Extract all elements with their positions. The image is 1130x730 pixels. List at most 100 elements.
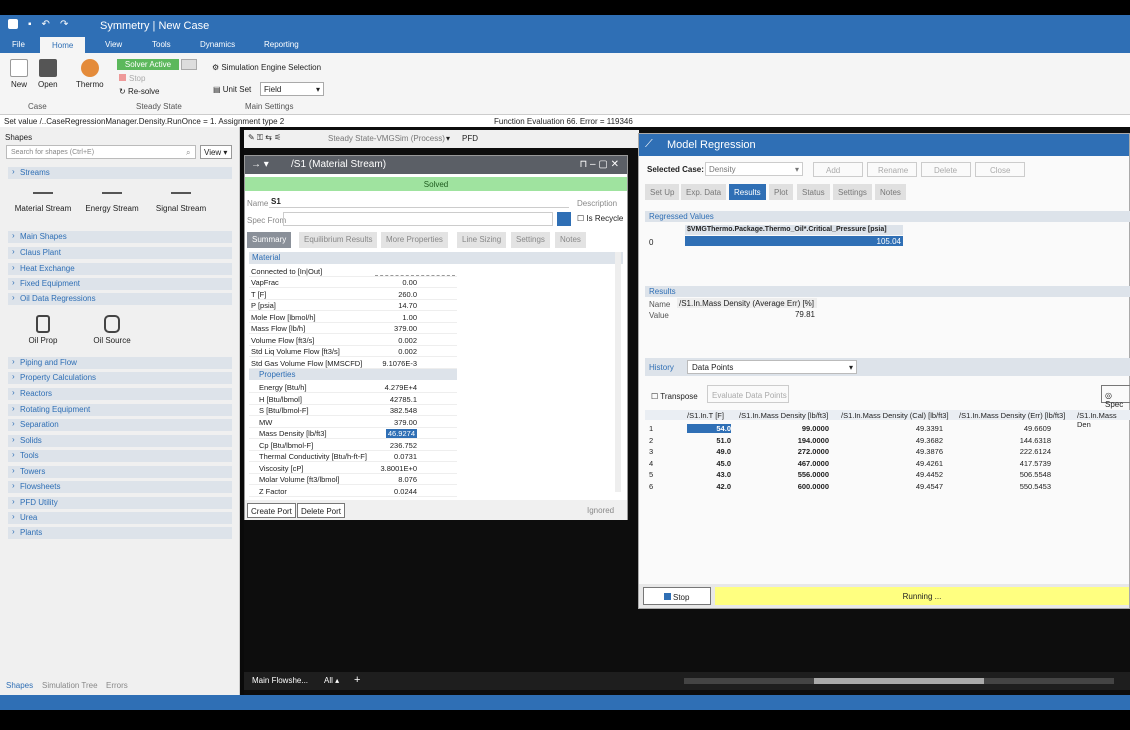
save-icon[interactable]: ▪ [28,19,32,30]
tab-notes[interactable]: Notes [875,184,906,200]
property-row-value[interactable]: 379.00 [394,418,417,427]
view-button[interactable]: View ▾ [200,145,232,159]
scroll-thumb[interactable] [814,678,984,684]
energy-stream-shape[interactable]: Energy Stream [77,192,147,213]
property-row-value[interactable]: 8.076 [398,475,417,484]
section-tools[interactable]: Tools [8,450,232,462]
data-grid-row[interactable]: 6 42.0 600.0000 49.4547 550.5453 [647,481,1130,492]
section-urea[interactable]: Urea [8,512,232,524]
history-dropdown[interactable]: Data Points ▾ [687,360,857,374]
section-property-calculations[interactable]: Property Calculations [8,372,232,384]
delete-port-button[interactable]: Delete Port [297,503,346,518]
unit-set-dropdown[interactable]: Field ▾ [260,82,324,96]
grid-mass-density[interactable]: 99.0000 [737,424,829,433]
grid-temperature[interactable]: 43.0 [687,470,731,479]
tab-shapes[interactable]: Shapes [6,681,33,690]
section-separation[interactable]: Separation [8,419,232,431]
section-streams[interactable]: Streams [8,167,232,179]
property-row-value[interactable]: 0.0244 [394,487,417,496]
tab-settings[interactable]: Settings [833,184,872,200]
open-button[interactable]: Open [38,59,58,89]
add-case-button[interactable]: Add [813,162,863,177]
description-link[interactable]: Description [577,199,617,208]
data-grid-row[interactable]: 1 54.0 99.0000 49.3391 49.6609 [647,423,1130,434]
simulation-mode-select[interactable]: Steady State-VMGSim (Process) [328,134,445,143]
selected-case-dropdown[interactable]: Density ▾ [705,162,803,176]
tab-equilibrium-results[interactable]: Equilibrium Results [299,232,378,248]
section-plants[interactable]: Plants [8,527,232,539]
section-towers[interactable]: Towers [8,466,232,478]
resolve-button[interactable]: ↻ Re-solve [119,87,160,96]
tab-summary[interactable]: Summary [247,232,292,248]
create-port-button[interactable]: Create Port [247,503,296,518]
material-row-value[interactable]: 260.0 [398,290,417,299]
tab-view[interactable]: View [105,40,122,49]
tab-plot[interactable]: Plot [769,184,793,200]
grid-mass-density[interactable]: 272.0000 [737,447,829,456]
tab-line-sizing[interactable]: Line Sizing [457,232,507,248]
tab-exp-data[interactable]: Exp. Data [681,184,727,200]
material-row-value[interactable]: 379.00 [394,324,417,333]
grid-mass-density[interactable]: 556.0000 [737,470,829,479]
pfd-button[interactable]: PFD [462,134,478,143]
grid-temperature[interactable]: 54.0 [687,424,731,433]
grid-temperature[interactable]: 51.0 [687,436,731,445]
property-row-value[interactable]: 382.548 [390,406,417,415]
data-grid-row[interactable]: 3 49.0 272.0000 49.3876 222.6124 [647,446,1130,457]
section-rotating-equipment[interactable]: Rotating Equipment [8,404,232,416]
redo-icon[interactable]: ↷ [60,19,68,30]
grid-temperature[interactable]: 49.0 [687,447,731,456]
thermo-button[interactable]: Thermo [76,59,104,89]
section-reactors[interactable]: Reactors [8,388,232,400]
section-oil-data-regressions[interactable]: Oil Data Regressions [8,293,232,305]
tab-notes[interactable]: Notes [555,232,586,248]
all-tabs-button[interactable]: All ▴ [324,676,339,685]
section-fixed-equipment[interactable]: Fixed Equipment [8,278,232,290]
tab-reporting[interactable]: Reporting [264,40,299,49]
arrow-icon[interactable]: → ▾ [251,159,269,170]
stop-button[interactable]: Stop [119,74,145,83]
property-row-value[interactable]: 46.9274 [385,429,417,438]
close-case-button[interactable]: Close [975,162,1025,177]
data-grid-row[interactable]: 4 45.0 467.0000 49.4261 417.5739 [647,458,1130,469]
property-row-value[interactable]: 42785.1 [390,395,417,404]
tab-simulation-tree[interactable]: Simulation Tree [42,681,98,690]
tab-status[interactable]: Status [797,184,830,200]
window-controls[interactable]: ⊓ ‒ ▢ ✕ [579,159,619,170]
section-solids[interactable]: Solids [8,435,232,447]
new-button[interactable]: New [10,59,28,89]
horizontal-scrollbar[interactable] [684,678,1114,684]
property-row-value[interactable]: 236.752 [390,441,417,450]
property-row-value[interactable]: 3.8001E+0 [381,464,418,473]
grid-temperature[interactable]: 45.0 [687,459,731,468]
solver-active-button[interactable]: Solver Active [117,59,179,70]
material-stream-shape[interactable]: Material Stream [8,192,78,213]
grid-temperature[interactable]: 42.0 [687,482,731,491]
tab-home[interactable]: Home [40,37,86,53]
stream-name-input[interactable]: S1 [269,196,569,208]
data-grid-row[interactable]: 5 43.0 556.0000 49.4452 506.5548 [647,469,1130,480]
signal-stream-shape[interactable]: Signal Stream [146,192,216,213]
tab-errors[interactable]: Errors [106,681,128,690]
tab-setup[interactable]: Set Up [645,184,680,200]
stop-regression-button[interactable]: Stop [643,587,711,605]
shape-search-input[interactable]: Search for shapes (Ctrl+E) [6,145,196,159]
transpose-checkbox[interactable]: ☐ Transpose [651,392,698,401]
section-main-shapes[interactable]: Main Shapes [8,231,232,243]
grid-mass-density[interactable]: 600.0000 [737,482,829,491]
recycle-checkbox[interactable]: ☐ Is Recycle [577,214,623,223]
section-claus-plant[interactable]: Claus Plant [8,247,232,259]
material-row-value[interactable]: 0.002 [398,336,417,345]
material-row-value[interactable]: 1.00 [402,313,417,322]
tool-icons[interactable]: ✎ ⚿ ⇆ ⚟ [248,133,281,143]
oil-prop-shape[interactable]: Oil Prop [8,315,78,345]
spec-from-input[interactable] [283,212,553,226]
tab-main-flowsheet[interactable]: Main Flowshe... [252,676,308,685]
material-scrollbar[interactable] [615,252,621,492]
material-row-value[interactable]: 0.002 [398,347,417,356]
property-row-value[interactable]: 0.0731 [394,452,417,461]
grid-mass-density[interactable]: 194.0000 [737,436,829,445]
tab-settings[interactable]: Settings [511,232,550,248]
spec-button[interactable]: ◎ Spec [1101,385,1130,409]
regressed-value-cell[interactable]: 105.04 [685,236,903,246]
